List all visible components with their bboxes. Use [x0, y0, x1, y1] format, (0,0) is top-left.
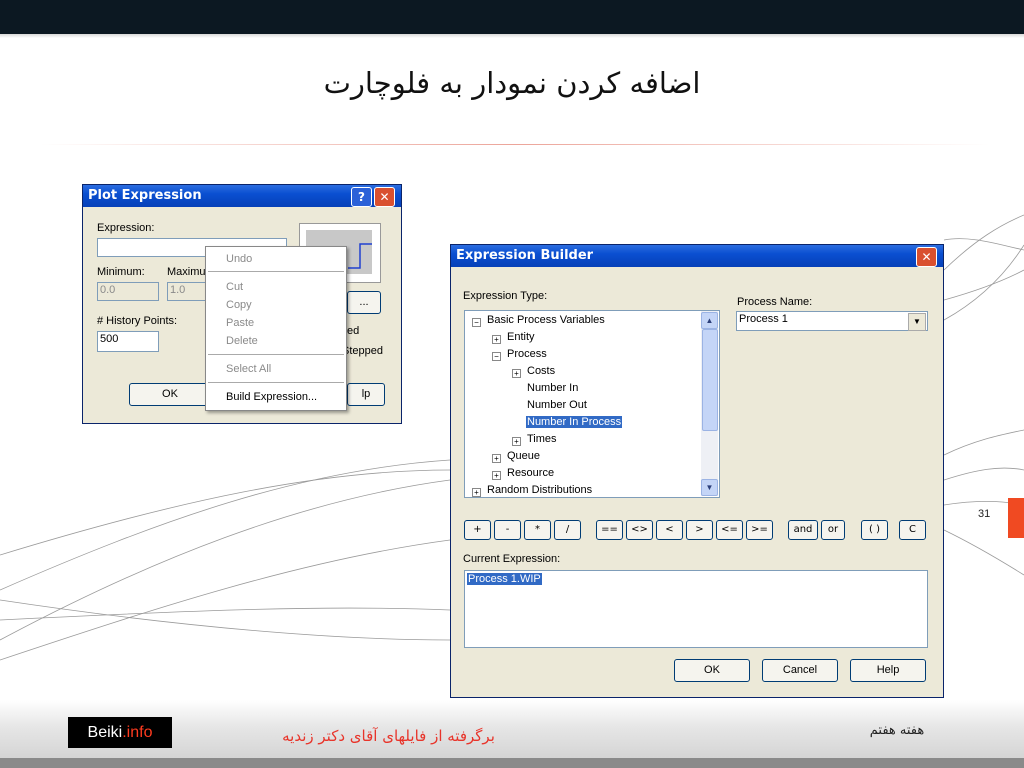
- operator-less-equal-button[interactable]: <=: [716, 520, 743, 540]
- scroll-down-icon[interactable]: ▼: [701, 479, 718, 496]
- expression-type-label: Expression Type:: [463, 290, 548, 302]
- operator-less-button[interactable]: <: [656, 520, 683, 540]
- close-icon[interactable]: ✕: [374, 187, 395, 207]
- expression-label: Expression:: [97, 222, 155, 234]
- footer-source-text: برگرفته از فایلهای آقای دکتر زندیه: [282, 727, 495, 745]
- title-underline: [40, 144, 990, 145]
- footer-bottom-bar: [0, 758, 1024, 768]
- history-points-field[interactable]: 500: [97, 331, 159, 352]
- site-logo: Beiki.info: [68, 717, 172, 748]
- menu-item-cut[interactable]: Cut: [226, 281, 243, 293]
- plot-ok-button[interactable]: OK: [129, 383, 211, 406]
- menu-item-delete[interactable]: Delete: [226, 335, 258, 347]
- builder-titlebar: Expression Builder ✕: [451, 245, 943, 267]
- process-name-select[interactable]: Process 1 ▼: [736, 311, 928, 331]
- plot-help-button[interactable]: lp: [347, 383, 385, 406]
- expression-type-tree[interactable]: − Basic Process Variables + Entity − Pro…: [464, 310, 720, 498]
- builder-cancel-button[interactable]: Cancel: [762, 659, 838, 682]
- minimum-field[interactable]: 0.0: [97, 282, 159, 301]
- builder-title: Expression Builder: [456, 248, 594, 263]
- context-menu: Undo Cut Copy Paste Delete Select All Bu…: [205, 246, 347, 411]
- scroll-up-icon[interactable]: ▲: [701, 312, 718, 329]
- menu-item-select-all[interactable]: Select All: [226, 363, 271, 375]
- operator-not-equal-button[interactable]: <>: [626, 520, 653, 540]
- tree-node-entity[interactable]: Entity: [507, 331, 535, 343]
- expand-icon[interactable]: +: [492, 454, 501, 463]
- plot-option-text: ed: [347, 325, 360, 337]
- expand-icon[interactable]: +: [492, 471, 501, 480]
- tree-node-basic-process-variables[interactable]: Basic Process Variables: [487, 314, 605, 326]
- current-expression-text: Process 1.WIP: [467, 573, 542, 585]
- expand-icon[interactable]: +: [512, 437, 521, 446]
- operator-and-button[interactable]: and: [788, 520, 818, 540]
- page-number: 31: [978, 508, 991, 520]
- collapse-icon[interactable]: −: [492, 352, 501, 361]
- tree-node-number-out[interactable]: Number Out: [527, 399, 587, 411]
- expand-icon[interactable]: +: [492, 335, 501, 344]
- tree-node-resource[interactable]: Resource: [507, 467, 554, 479]
- chevron-down-icon[interactable]: ▼: [908, 313, 926, 331]
- operator-parentheses-button[interactable]: ( ): [861, 520, 888, 540]
- operator-multiply-button[interactable]: *: [524, 520, 551, 540]
- tree-node-random-distributions[interactable]: Random Distributions: [487, 484, 592, 496]
- builder-help-button[interactable]: Help: [850, 659, 926, 682]
- operator-equals-button[interactable]: ==: [596, 520, 623, 540]
- plot-dialog-titlebar: Plot Expression ? ✕: [83, 185, 401, 207]
- menu-item-copy[interactable]: Copy: [226, 299, 252, 311]
- history-points-label: # History Points:: [97, 315, 178, 327]
- tree-node-queue[interactable]: Queue: [507, 450, 540, 462]
- stepped-option-text: Stepped: [342, 345, 383, 357]
- plot-options-button[interactable]: ...: [347, 291, 381, 314]
- help-icon[interactable]: ?: [351, 187, 372, 207]
- menu-item-undo[interactable]: Undo: [226, 253, 252, 265]
- tree-scrollbar[interactable]: ▲ ▼: [701, 311, 718, 496]
- operator-greater-equal-button[interactable]: >=: [746, 520, 773, 540]
- operator-minus-button[interactable]: -: [494, 520, 521, 540]
- operator-greater-button[interactable]: >: [686, 520, 713, 540]
- operator-clear-button[interactable]: C: [899, 520, 926, 540]
- menu-separator: [208, 354, 344, 355]
- close-icon[interactable]: ✕: [916, 247, 937, 267]
- tree-node-times[interactable]: Times: [527, 433, 557, 445]
- footer-week-label: هفته هفتم: [869, 723, 925, 738]
- slide-title: اضافه کردن نمودار به فلوچارت: [323, 66, 701, 100]
- menu-item-build-expression[interactable]: Build Expression...: [226, 391, 317, 403]
- operator-divide-button[interactable]: /: [554, 520, 581, 540]
- tree-node-costs[interactable]: Costs: [527, 365, 555, 377]
- operator-or-button[interactable]: or: [821, 520, 845, 540]
- tree-node-process[interactable]: Process: [507, 348, 547, 360]
- plot-dialog-title: Plot Expression: [88, 188, 202, 203]
- expand-icon[interactable]: +: [512, 369, 521, 378]
- menu-item-paste[interactable]: Paste: [226, 317, 254, 329]
- maximum-label: Maximu: [167, 266, 206, 278]
- scroll-thumb[interactable]: [702, 329, 718, 431]
- collapse-icon[interactable]: −: [472, 318, 481, 327]
- operator-plus-button[interactable]: +: [464, 520, 491, 540]
- current-expression-label: Current Expression:: [463, 553, 561, 565]
- builder-ok-button[interactable]: OK: [674, 659, 750, 682]
- expand-icon[interactable]: +: [472, 488, 481, 497]
- red-accent-tab: [1008, 498, 1024, 538]
- tree-node-number-in-process[interactable]: Number In Process: [526, 416, 623, 428]
- tree-node-number-in[interactable]: Number In: [527, 382, 578, 394]
- menu-separator: [208, 271, 344, 272]
- current-expression-field[interactable]: Process 1.WIP: [464, 570, 928, 648]
- minimum-label: Minimum:: [97, 266, 145, 278]
- maximum-field[interactable]: 1.0: [167, 282, 207, 301]
- process-name-label: Process Name:: [737, 296, 813, 308]
- menu-separator: [208, 382, 344, 383]
